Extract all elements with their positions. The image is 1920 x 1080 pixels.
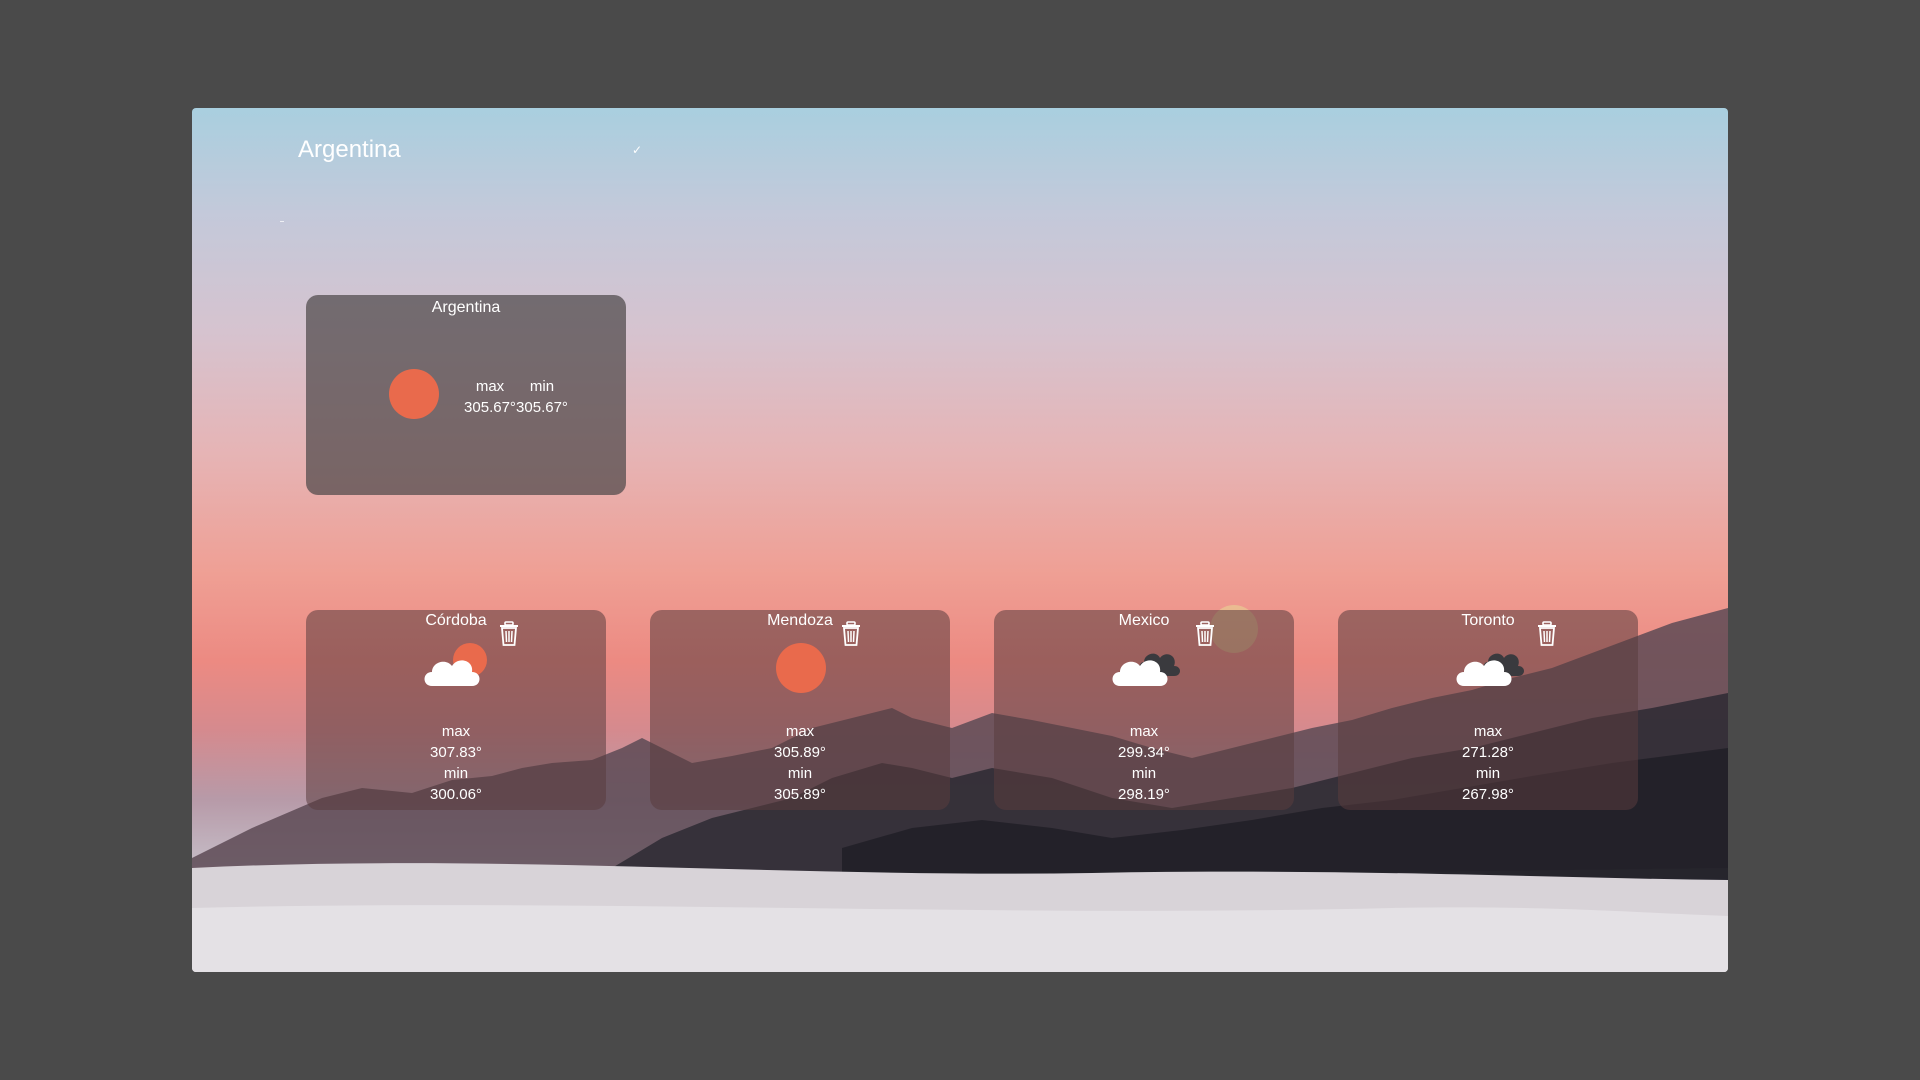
max-value: 307.83° <box>430 744 482 761</box>
city-temperatures: max 307.83° min 300.06° <box>306 721 606 805</box>
city-name: Córdoba <box>425 612 487 629</box>
max-label: max <box>441 723 471 740</box>
min-value: 305.67° <box>516 399 568 416</box>
decorative-mark <box>280 221 284 222</box>
current-weather-card: Argentina max min 305.67° 305.67° <box>306 295 626 495</box>
trash-icon[interactable] <box>840 621 862 647</box>
city-name: Mendoza <box>767 612 833 629</box>
max-label: max <box>1129 723 1159 740</box>
cloud-dark-icon <box>1112 653 1180 686</box>
min-label: min <box>787 765 813 782</box>
min-value: 300.06° <box>430 786 482 803</box>
city-temperatures: max 299.34° min 298.19° <box>994 721 1294 805</box>
city-temperatures: max 271.28° min 267.98° <box>1338 721 1638 805</box>
max-value: 271.28° <box>1462 744 1514 761</box>
min-value: 298.19° <box>1118 786 1170 803</box>
city-name: Mexico <box>1118 612 1170 629</box>
min-label: min <box>1475 765 1501 782</box>
city-search-input[interactable] <box>298 136 628 164</box>
card-title: Argentina <box>431 299 501 316</box>
trash-icon[interactable] <box>1194 621 1216 647</box>
max-value: 305.67° <box>464 399 516 416</box>
city-card-mexico: Mexico max 299.34° min 298.19° <box>994 610 1294 810</box>
search-submit-button[interactable]: ✓ <box>628 139 646 161</box>
max-label: max <box>785 723 815 740</box>
min-label: min <box>443 765 469 782</box>
min-value: 305.89° <box>774 786 826 803</box>
background-landscape <box>192 608 1728 972</box>
max-value: 299.34° <box>1118 744 1170 761</box>
min-value: 267.98° <box>1462 786 1514 803</box>
sun-icon <box>776 643 826 693</box>
city-temperatures: max 305.89° min 305.89° <box>650 721 950 805</box>
app-window: ✓ Argentina max min 305.67° 305.67° Córd… <box>192 108 1728 972</box>
min-label: min <box>1131 765 1157 782</box>
city-card-toronto: Toronto max 271.28° min 267.98° <box>1338 610 1638 810</box>
city-name: Toronto <box>1461 612 1515 629</box>
max-label: max <box>1473 723 1503 740</box>
trash-icon[interactable] <box>1536 621 1558 647</box>
sun-icon <box>389 369 439 419</box>
max-value: 305.89° <box>774 744 826 761</box>
min-label: min <box>529 378 555 395</box>
city-card-mendoza: Mendoza max 305.89° min 305.89° <box>650 610 950 810</box>
city-card-cordoba: Córdoba max 307.83° min 300.06° <box>306 610 606 810</box>
trash-icon[interactable] <box>498 621 520 647</box>
max-label: max <box>475 378 505 395</box>
cloud-sun-icon <box>424 643 487 686</box>
temperature-summary: max min 305.67° 305.67° <box>464 376 568 418</box>
search-bar: ✓ <box>298 130 646 170</box>
cloud-dark-icon <box>1456 653 1524 686</box>
